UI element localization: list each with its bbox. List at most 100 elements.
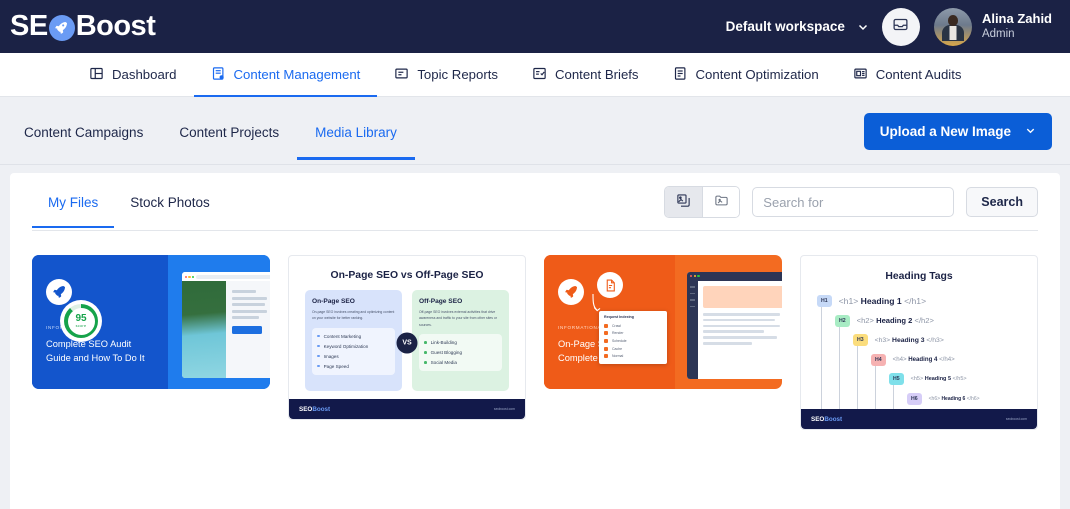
- view-toggle-images[interactable]: [665, 187, 703, 217]
- tag-open: <h5>: [910, 376, 924, 382]
- media-card-on-page-checklist[interactable]: INFORMATIONAL On-Page SEO Checklist: Com…: [544, 255, 782, 430]
- nav-label: Content Optimization: [695, 67, 819, 82]
- tag-text: Heading 2: [876, 316, 913, 325]
- nav-item-content-optimization[interactable]: Content Optimization: [656, 53, 836, 96]
- subtab-content-campaigns[interactable]: Content Campaigns: [24, 103, 161, 160]
- workspace-selector[interactable]: Default workspace: [726, 19, 868, 34]
- upload-new-image-button[interactable]: Upload a New Image: [863, 112, 1052, 150]
- media-library-panel: My Files Stock Photos Search for Search …: [10, 173, 1060, 509]
- nav-label: Topic Reports: [417, 67, 498, 82]
- inbox-icon: [892, 16, 909, 38]
- seo-score-badge: 95 score: [60, 300, 102, 342]
- right-body: Off-page SEO involves external activitie…: [419, 310, 497, 327]
- nav-item-topic-reports[interactable]: Topic Reports: [377, 53, 515, 96]
- tag-close: </h4>: [939, 356, 955, 363]
- logo-text-boost: Boost: [75, 10, 156, 42]
- tag-close: </h1>: [904, 296, 927, 306]
- top-bar-right: Default workspace Alina Zahid Admin: [726, 7, 1052, 46]
- user-role: Admin: [981, 28, 1015, 41]
- nav-item-content-briefs[interactable]: Content Briefs: [515, 53, 656, 96]
- tag-open: <h1>: [838, 296, 859, 306]
- score-label: score: [75, 323, 87, 328]
- nav-label: Content Briefs: [554, 67, 639, 82]
- content-management-icon: [211, 66, 226, 84]
- images-grid-icon: [676, 193, 691, 211]
- left-item: Keyword Optimization: [323, 343, 369, 349]
- footer-logo-boost: Boost: [824, 415, 843, 423]
- tag-text: Heading 4: [908, 356, 938, 363]
- left-item: Content Marketing: [323, 333, 362, 339]
- tag-open: <h6>: [928, 395, 941, 402]
- filter-tab-stock-photos[interactable]: Stock Photos: [114, 176, 226, 228]
- right-item: Link-Building: [430, 339, 457, 345]
- footer-url: seoboost.com: [493, 407, 515, 411]
- menu-heading: Request Indexing: [604, 315, 634, 319]
- chevron-down-icon: [857, 21, 868, 32]
- user-menu[interactable]: Alina Zahid Admin: [933, 7, 1052, 46]
- card-footer: SEOBoost seoboost.com: [801, 409, 1037, 429]
- media-card-seo-audit-guide[interactable]: INFORMATIONAL Complete SEO Audit Guide a…: [32, 255, 270, 430]
- nav-label: Dashboard: [112, 67, 177, 82]
- rocket-icon: [558, 278, 584, 305]
- right-item: Guest Blogging: [430, 349, 463, 355]
- footer-logo-seo: SEO: [299, 405, 313, 413]
- folder-image-icon: [714, 193, 729, 211]
- tag-close: </h5>: [952, 376, 967, 382]
- search-input[interactable]: [752, 187, 955, 217]
- top-bar: SE Boost Default workspace Alina Zahid A…: [0, 0, 1070, 53]
- subtab-content-projects[interactable]: Content Projects: [161, 103, 297, 160]
- tag-text: Heading 3: [892, 336, 925, 344]
- media-card-heading-tags[interactable]: Heading Tags H1 <h1> Heading 1 </h1> H2 …: [800, 255, 1038, 430]
- main-navigation: Dashboard Content Management Topic Repor…: [0, 53, 1070, 97]
- subtab-media-library[interactable]: Media Library: [297, 103, 415, 160]
- sub-navigation: Content Campaigns Content Projects Media…: [0, 97, 1070, 165]
- tag-badge-h2: H2: [835, 314, 850, 327]
- media-grid: INFORMATIONAL Complete SEO Audit Guide a…: [32, 231, 1038, 430]
- inbox-button[interactable]: [881, 7, 920, 46]
- footer-logo-seo: SEO: [811, 415, 825, 423]
- document-icon: [597, 272, 623, 298]
- browser-mockup: [181, 272, 270, 378]
- tag-text: Heading 6: [941, 395, 966, 402]
- left-item: Images: [323, 353, 339, 359]
- card-title: Heading Tags: [885, 271, 953, 282]
- score-value: 95: [75, 312, 87, 324]
- media-card-on-page-vs-off-page[interactable]: On-Page SEO vs Off-Page SEO On-Page SEO …: [288, 255, 526, 430]
- context-menu: Request Indexing Crawl Render Schedule C…: [599, 311, 667, 364]
- app-logo[interactable]: SE Boost: [10, 7, 156, 47]
- card-title: Complete SEO Audit Guide and How To Do I…: [46, 338, 145, 363]
- tag-open: <h4>: [892, 356, 907, 363]
- rocket-icon: [48, 14, 75, 41]
- tag-open: <h3>: [874, 336, 891, 344]
- tag-open: <h2>: [856, 316, 874, 325]
- nav-item-content-management[interactable]: Content Management: [193, 53, 378, 97]
- nav-item-dashboard[interactable]: Dashboard: [72, 53, 194, 96]
- left-item: Page Speed: [323, 363, 349, 369]
- logo-text-seo: SE: [10, 10, 48, 42]
- right-item: Social Media: [430, 359, 457, 365]
- right-heading: Off-Page SEO: [419, 298, 463, 305]
- dashboard-icon: [89, 66, 104, 84]
- upload-button-label: Upload a New Image: [879, 123, 1011, 139]
- view-toggle-folders[interactable]: [702, 187, 740, 217]
- avatar: [933, 7, 972, 46]
- search-button[interactable]: Search: [966, 187, 1038, 217]
- nav-label: Content Management: [233, 67, 361, 82]
- browser-mockup: [686, 272, 782, 379]
- content-briefs-icon: [532, 66, 547, 84]
- tag-badge-h5: H5: [889, 373, 904, 385]
- workspace-label: Default workspace: [725, 19, 845, 34]
- menu-item: Schedule: [612, 338, 627, 343]
- tag-badge-h6: H6: [907, 392, 922, 405]
- filter-tab-my-files[interactable]: My Files: [32, 176, 115, 228]
- topic-reports-icon: [394, 66, 409, 84]
- nav-item-content-audits[interactable]: Content Audits: [836, 53, 979, 96]
- menu-item: Normal: [612, 354, 624, 359]
- tag-close: </h2>: [914, 316, 934, 325]
- nav-label: Content Audits: [875, 67, 962, 82]
- rocket-icon: [46, 278, 72, 305]
- card-footer: SEOBoost seoboost.com: [289, 399, 525, 419]
- left-heading: On-Page SEO: [312, 298, 355, 305]
- footer-url: seoboost.com: [1005, 417, 1027, 421]
- content-audits-icon: [853, 66, 868, 84]
